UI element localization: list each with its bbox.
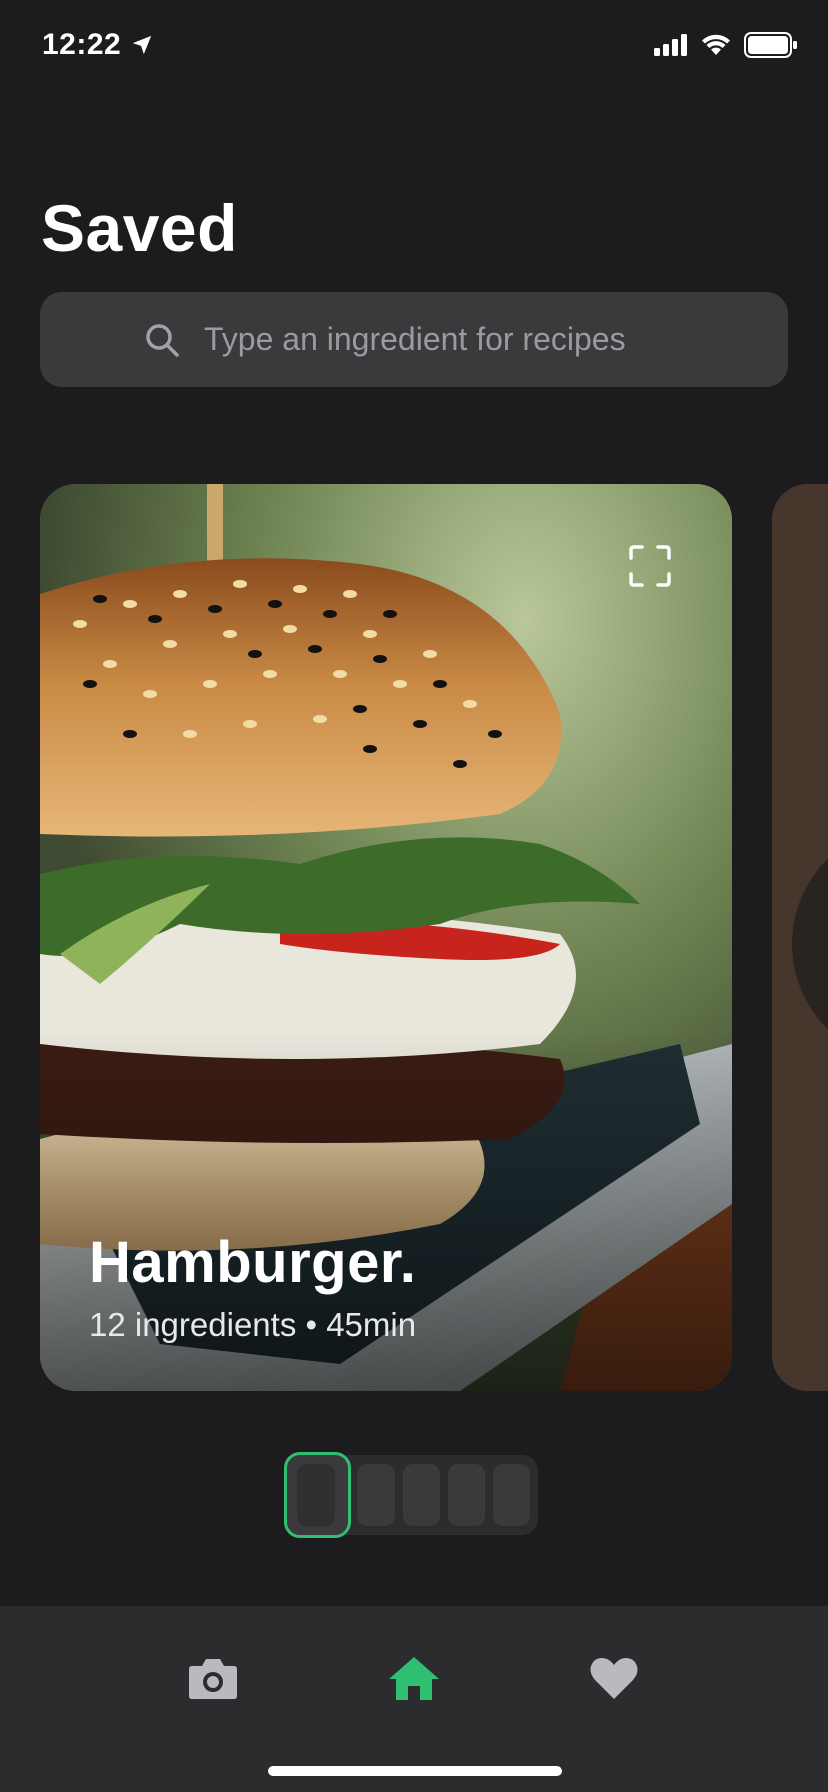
status-bar: 12:22 bbox=[0, 0, 828, 90]
nav-camera-button[interactable] bbox=[183, 1650, 243, 1706]
recipe-card-next-image bbox=[772, 484, 828, 1391]
status-time-text: 12:22 bbox=[42, 28, 122, 61]
nav-favorites-button[interactable] bbox=[584, 1650, 644, 1706]
recipe-meta: 12 ingredients • 45min bbox=[89, 1306, 417, 1343]
status-time: 12:22 bbox=[42, 28, 153, 62]
page-title: Saved bbox=[41, 191, 238, 265]
heart-icon bbox=[590, 1658, 638, 1699]
bottom-nav bbox=[0, 1606, 828, 1792]
recipe-card[interactable]: Hamburger. 12 ingredients • 45min bbox=[40, 484, 732, 1391]
card-pager bbox=[284, 1452, 538, 1538]
location-arrow-icon bbox=[133, 35, 152, 55]
search-input[interactable] bbox=[204, 321, 684, 358]
search-icon bbox=[146, 323, 179, 357]
saved-screen: 12:22 Saved Type an ingredient for recip… bbox=[0, 0, 828, 1792]
home-icon bbox=[389, 1657, 439, 1700]
home-indicator bbox=[268, 1766, 562, 1776]
camera-icon bbox=[189, 1659, 237, 1699]
nav-home-button[interactable] bbox=[384, 1650, 444, 1706]
pager-dot[interactable] bbox=[447, 1464, 485, 1526]
pager-dot[interactable] bbox=[492, 1464, 531, 1526]
recipe-title: Hamburger. bbox=[89, 1230, 417, 1295]
recipe-card-next[interactable] bbox=[772, 484, 828, 1391]
wifi-icon bbox=[702, 34, 730, 55]
pager-dot[interactable] bbox=[357, 1464, 395, 1526]
expand-icon[interactable] bbox=[628, 544, 672, 588]
search-bar[interactable] bbox=[40, 292, 788, 387]
battery-icon bbox=[744, 32, 797, 58]
pager-dot[interactable] bbox=[402, 1464, 440, 1526]
pager-dot-active[interactable] bbox=[284, 1452, 352, 1538]
status-indicators bbox=[654, 32, 798, 58]
cellular-signal-icon bbox=[654, 34, 687, 56]
